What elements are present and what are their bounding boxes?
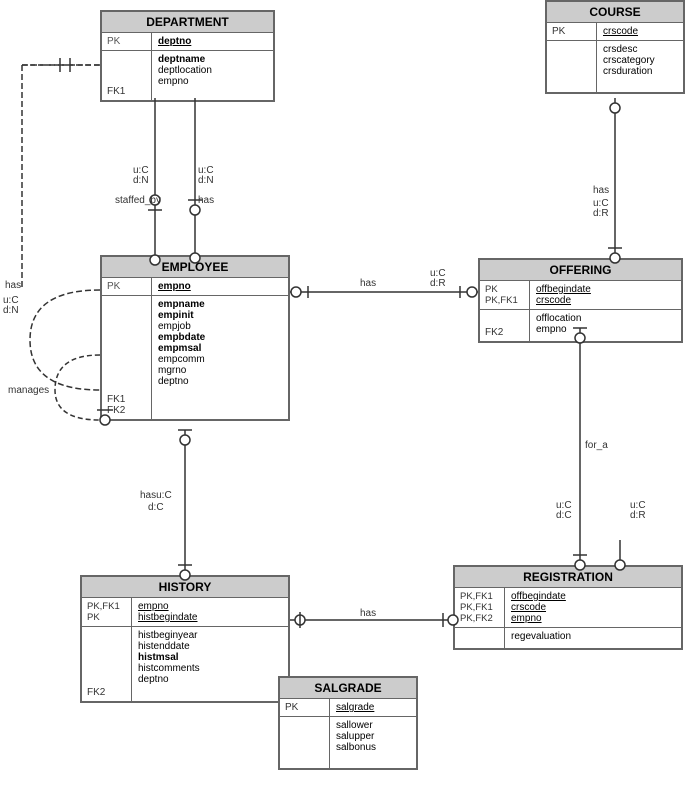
offering-pk-col: PK PK,FK1	[480, 281, 530, 309]
label-dn-staffed: d:N	[133, 175, 149, 186]
label-for-a: for_a	[585, 440, 608, 451]
course-pk-col: PK	[547, 23, 597, 40]
department-fk-col: FK1	[102, 51, 152, 100]
label-dr-emp-offer: d:R	[430, 278, 446, 289]
entity-registration: REGISTRATION PK,FK1 PK,FK1 PK,FK2 offbeg…	[453, 565, 683, 650]
entity-employee-title: EMPLOYEE	[102, 257, 288, 278]
history-pk-attrs: empno histbegindate	[132, 598, 204, 626]
er-diagram: DEPARTMENT PK deptno FK1 deptname deptlo…	[0, 0, 690, 803]
label-dr-reg-right: d:R	[630, 510, 646, 521]
label-hasu: hasu:C	[140, 490, 172, 501]
salgrade-pk-col: PK	[280, 699, 330, 716]
entity-history: HISTORY PK,FK1 PK empno histbegindate FK…	[80, 575, 290, 703]
label-dn-left: d:N	[3, 305, 19, 316]
department-attrs: deptname deptlocation empno	[152, 51, 218, 100]
label-dc-for-a: d:C	[556, 510, 572, 521]
label-has-left: has	[5, 280, 21, 291]
course-pk-attrs: crscode	[597, 23, 644, 40]
department-pk-attrs: deptno	[152, 33, 197, 50]
course-fk-col	[547, 41, 597, 92]
offering-fk-col: FK2	[480, 310, 530, 341]
department-pk-col: PK	[102, 33, 152, 50]
offering-pk-attrs: offbegindate crscode	[530, 281, 597, 309]
entity-department-title: DEPARTMENT	[102, 12, 273, 33]
label-has-hist: has	[360, 608, 376, 619]
entity-department: DEPARTMENT PK deptno FK1 deptname deptlo…	[100, 10, 275, 102]
salgrade-attrs: sallower salupper salbonus	[330, 717, 382, 768]
entity-offering-title: OFFERING	[480, 260, 681, 281]
employee-attrs: empname empinit empjob empbdate empmsal …	[152, 296, 211, 419]
course-attrs: crsdesc crscategory crsduration	[597, 41, 661, 92]
registration-fk-col	[455, 628, 505, 648]
registration-pk-attrs: offbegindate crscode empno	[505, 588, 572, 627]
entity-course-title: COURSE	[547, 2, 683, 23]
label-dc-emp-hist: d:C	[148, 502, 164, 513]
label-staffed-by: staffed_by	[115, 195, 161, 206]
entity-course: COURSE PK crscode crsdesc crscategory cr…	[545, 0, 685, 94]
history-pk-col: PK,FK1 PK	[82, 598, 132, 626]
entity-employee: EMPLOYEE PK empno FK1 FK2 empname empini…	[100, 255, 290, 421]
salgrade-fk-col	[280, 717, 330, 768]
salgrade-pk-attrs: salgrade	[330, 699, 380, 716]
employee-fk-col: FK1 FK2	[102, 296, 152, 419]
entity-salgrade: SALGRADE PK salgrade sallower salupper s…	[278, 676, 418, 770]
employee-pk-attrs: empno	[152, 278, 197, 295]
registration-attrs: regevaluation	[505, 628, 577, 648]
label-has-emp-offer: has	[360, 278, 376, 289]
entity-salgrade-title: SALGRADE	[280, 678, 416, 699]
employee-pk-col: PK	[102, 278, 152, 295]
entity-history-title: HISTORY	[82, 577, 288, 598]
history-attrs: histbeginyear histenddate histmsal histc…	[132, 627, 206, 701]
label-dr-course: d:R	[593, 208, 609, 219]
offering-attrs: offlocation empno	[530, 310, 587, 341]
entity-registration-title: REGISTRATION	[455, 567, 681, 588]
registration-pk-col: PK,FK1 PK,FK1 PK,FK2	[455, 588, 505, 627]
label-has-dept-emp: has	[198, 195, 214, 206]
entity-offering: OFFERING PK PK,FK1 offbegindate crscode …	[478, 258, 683, 343]
label-manages: manages	[8, 385, 49, 396]
label-has-course: has	[593, 185, 609, 196]
history-fk-col: FK2	[82, 627, 132, 701]
label-dn-has-dept: d:N	[198, 175, 214, 186]
